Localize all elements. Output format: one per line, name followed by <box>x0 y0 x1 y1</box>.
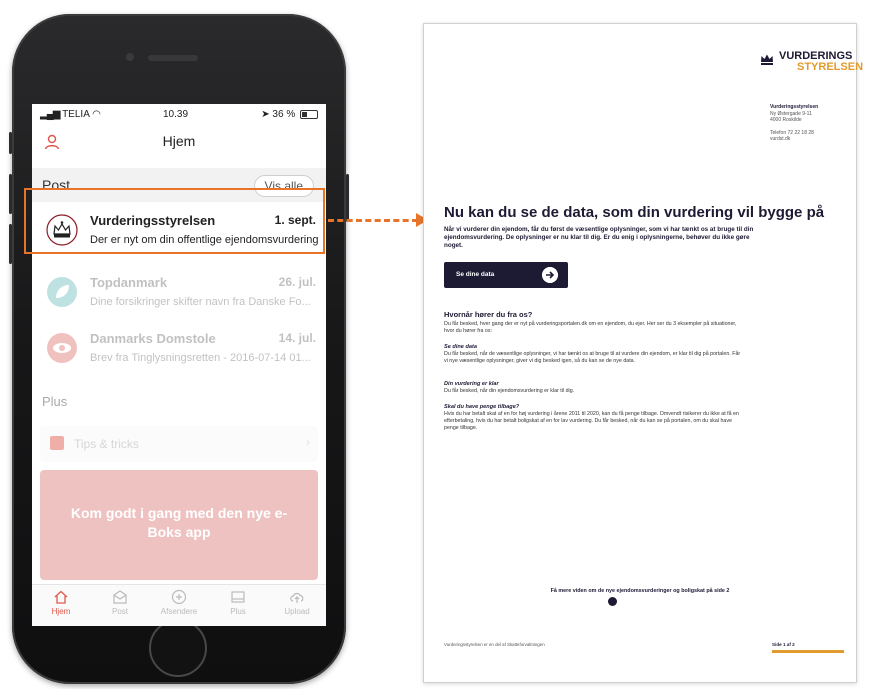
sub3-title: Skal du have penge tilbage? <box>444 404 520 410</box>
footer-link[interactable]: Få mere viden om de nye ejendomsvurderin… <box>424 588 856 594</box>
plus-circle-icon <box>171 589 187 605</box>
sub3-body: Hvis du har betalt skat af en for høj vu… <box>444 411 739 431</box>
message-sender: Vurderingsstyrelsen <box>90 213 216 228</box>
arrow-right-icon <box>542 267 558 283</box>
promo-text: Kom godt i gang med den nye e-Boks app <box>70 505 288 540</box>
tray-icon <box>231 591 245 603</box>
page-title: Hjem <box>162 133 196 149</box>
cloud-upload-icon <box>290 592 304 603</box>
chevron-down-circle-icon[interactable] <box>608 597 617 606</box>
sub2-body: Du får besked, når din ejendomsvurdering… <box>444 388 575 394</box>
tab-label: Post <box>111 607 128 616</box>
section-body: Du får besked, hver gang der er nyt på v… <box>444 321 737 334</box>
message-date: 14. jul. <box>278 331 316 345</box>
tab-afsendere[interactable]: Afsendere <box>150 589 208 616</box>
signal-icon: ▂▄▆ <box>40 109 60 120</box>
phone-power-button <box>346 174 349 222</box>
message-sender: Topdanmark <box>90 275 168 290</box>
earpiece-speaker <box>148 55 198 61</box>
iphone-mockup: ▂▄▆ TELIA ◠ 10.39 ➤ 36 % Hjem Post Vis a… <box>9 14 349 684</box>
se-dine-data-button[interactable]: Se dine data <box>444 262 568 288</box>
message-date: 1. sept. <box>274 213 316 227</box>
phone-volume-down <box>9 224 12 264</box>
leaf-logo-icon <box>47 277 77 307</box>
tab-label: Plus <box>230 607 246 616</box>
page-number: Side 1 af 2 <box>772 642 795 647</box>
tab-post[interactable]: Post <box>91 589 149 616</box>
clock: 10.39 <box>163 109 189 120</box>
chevron-right-icon: › <box>306 435 310 449</box>
plus-section-label: Plus <box>42 394 68 409</box>
sender-address: Vurderingsstyrelsen Ny Østergade 9-11 40… <box>770 104 850 143</box>
address-city: 4000 Roskilde <box>770 117 802 123</box>
message-date: 26. jul. <box>278 275 316 289</box>
front-camera <box>126 53 134 61</box>
tips-label: Tips & tricks <box>74 437 139 451</box>
tab-label: Upload <box>284 607 310 616</box>
phone-volume-up <box>9 174 12 214</box>
letter-document: VURDERINGS STYRELSEN Vurderingsstyrelsen… <box>423 23 863 683</box>
tab-label: Hjem <box>51 607 71 616</box>
message-sender: Danmarks Domstole <box>90 331 216 346</box>
tab-upload[interactable]: Upload <box>268 589 326 616</box>
letter-headline: Nu kan du se de data, som din vurdering … <box>444 204 825 221</box>
tab-label: Afsendere <box>160 607 198 616</box>
home-icon <box>54 590 68 604</box>
promo-banner[interactable]: Kom godt i gang med den nye e-Boks app <box>40 470 318 580</box>
message-row-vurderingsstyrelsen[interactable]: Vurderingsstyrelsen 1. sept. Der er nyt … <box>32 202 326 258</box>
cta-label: Se dine data <box>456 271 495 278</box>
phone-mute-switch <box>9 132 12 154</box>
section-title: Hvornår hører du fra os? <box>444 310 533 319</box>
wifi-icon: ◠ <box>92 109 101 120</box>
battery-status: ➤ 36 % <box>261 109 318 120</box>
tab-bar: Hjem Post Afsendere Plus Upload <box>32 584 326 626</box>
footer-left: Vurderingsstyrelsen er en del af Skattef… <box>444 642 545 647</box>
mail-icon <box>113 590 127 604</box>
eye-logo-icon <box>47 333 77 363</box>
location-icon: ➤ <box>261 109 270 120</box>
sub1-body: Du får besked, når de væsentlige oplysni… <box>444 351 741 364</box>
nav-bar: Hjem <box>32 126 326 160</box>
battery-icon <box>300 109 318 119</box>
address-web: vurdst.dk <box>770 136 791 142</box>
tab-plus[interactable]: Plus <box>209 589 267 616</box>
home-button[interactable] <box>149 619 207 677</box>
logo-line2: STYRELSEN <box>797 61 864 73</box>
post-section-header: Post Vis alle <box>32 168 326 202</box>
message-snippet: Dine forsikringer skifter navn fra Dansk… <box>90 296 311 308</box>
message-snippet: Brev fra Tinglysningsretten - 2016-07-14… <box>90 352 311 364</box>
app-screen: ▂▄▆ TELIA ◠ 10.39 ➤ 36 % Hjem Post Vis a… <box>32 104 326 626</box>
tips-icon <box>50 436 64 450</box>
message-row-topdanmark[interactable]: Topdanmark 26. jul. Dine forsikringer sk… <box>32 264 326 320</box>
sub1-title: Se dine data <box>444 344 477 350</box>
status-bar: ▂▄▆ TELIA ◠ 10.39 ➤ 36 % <box>32 104 326 126</box>
crown-icon <box>761 54 773 65</box>
battery-percent: 36 % <box>272 109 296 120</box>
footer-accent-bar <box>772 650 844 653</box>
tips-and-tricks-item[interactable]: Tips & tricks › <box>40 426 318 462</box>
vis-alle-button[interactable]: Vis alle <box>253 175 314 197</box>
letter-lead: Når vi vurderer din ejendom, får du førs… <box>444 226 754 249</box>
dashed-arrow-line <box>328 219 418 222</box>
crown-logo-icon <box>46 214 78 246</box>
sub2-title: Din vurdering er klar <box>444 381 499 387</box>
post-section-label: Post <box>42 177 71 193</box>
carrier-name: TELIA <box>62 109 90 120</box>
message-snippet: Der er nyt om din offentlige ejendomsvur… <box>90 234 319 246</box>
carrier: ▂▄▆ TELIA ◠ <box>40 109 101 120</box>
message-row-danmarks-domstole[interactable]: Danmarks Domstole 14. jul. Brev fra Ting… <box>32 320 326 376</box>
tab-hjem[interactable]: Hjem <box>32 589 90 616</box>
